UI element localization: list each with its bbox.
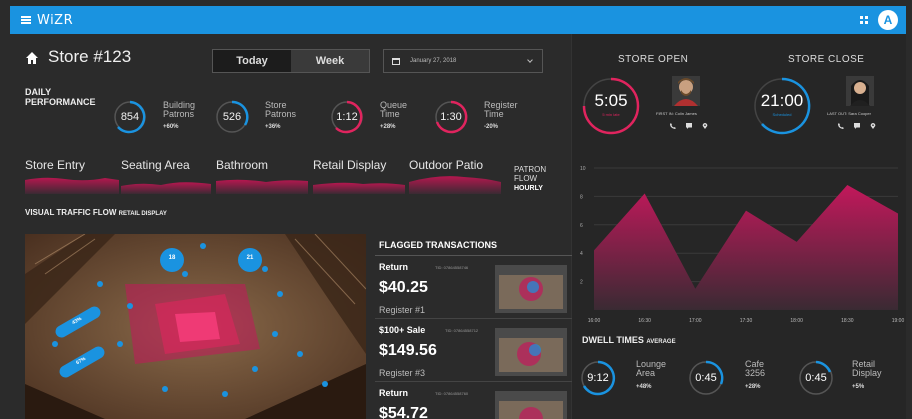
period-toggle: Today Week — [212, 49, 370, 73]
first-in-actions — [670, 123, 708, 129]
phone-icon[interactable] — [838, 123, 844, 129]
store-hours-panel: STORE OPEN STORE CLOSE 5:05 5 min late F… — [572, 34, 906, 419]
first-in-name: FIRST IN: Colin James — [656, 111, 697, 116]
last-out-actions — [838, 123, 876, 129]
location-icon[interactable] — [870, 123, 876, 129]
flagged-transactions: FLAGGED TRANSACTIONS Return TID: 0786455… — [375, 234, 575, 419]
last-out-name: LAST OUT: Sara Cooper — [827, 111, 871, 116]
stat-ring: 1:30 — [434, 100, 468, 134]
zone-sparkline — [409, 176, 501, 194]
traffic-marker[interactable]: 18 — [160, 255, 184, 261]
transaction-thumbnail[interactable] — [495, 328, 567, 376]
flagged-transactions-title: FLAGGED TRANSACTIONS — [375, 234, 575, 256]
app-bar: WiZR A — [10, 6, 906, 34]
y-tick-label: 2 — [580, 280, 583, 286]
zone-outdoor-patio[interactable]: Outdoor Patio — [409, 158, 483, 172]
y-tick-label: 6 — [580, 223, 583, 229]
transaction-card[interactable]: $100+ Sale TID: 07864558712 $149.56 Regi… — [375, 320, 575, 382]
phone-icon[interactable] — [670, 123, 676, 129]
chevron-down-icon — [527, 57, 533, 63]
store-close-clock: 21:00 Scheduled — [752, 76, 812, 136]
tab-week[interactable]: Week — [291, 50, 369, 72]
first-in-avatar[interactable] — [672, 76, 700, 106]
x-tick-label: 16:30 — [638, 318, 651, 324]
y-tick-label: 4 — [580, 251, 583, 257]
zone-store-entry[interactable]: Store Entry — [25, 158, 85, 172]
stat-delta: -20% — [484, 124, 499, 130]
last-out-avatar[interactable] — [846, 76, 874, 106]
app-title: WiZR — [37, 12, 74, 28]
stat-delta: +60% — [163, 124, 179, 130]
store-open-clock: 5:05 5 min late — [581, 76, 641, 136]
traffic-marker[interactable]: 21 — [238, 255, 262, 261]
transaction-card[interactable]: Return TID: 07864558760 $54.72 — [375, 383, 575, 419]
menu-icon[interactable] — [21, 16, 31, 24]
patron-flow-label: PATRON FLOW HOURLY — [514, 165, 547, 192]
zone-sparkline — [313, 182, 405, 194]
stat-delta: +28% — [380, 124, 396, 130]
x-tick-label: 18:30 — [841, 318, 854, 324]
x-tick-label: 19:00 — [892, 318, 905, 324]
y-tick-label: 10 — [580, 166, 586, 172]
date-value: January 27, 2018 — [410, 58, 457, 64]
visual-traffic-title: VISUAL TRAFFIC FLOW RETAIL DISPLAY — [25, 208, 167, 217]
location-icon[interactable] — [702, 123, 708, 129]
home-icon — [26, 52, 38, 64]
store-dashboard-panel: Store #123 Today Week January 27, 2018 D… — [10, 34, 575, 419]
page-title: Store #123 — [48, 47, 132, 66]
apps-grid-icon[interactable] — [860, 16, 868, 24]
x-tick-label: 17:00 — [689, 318, 702, 324]
zone-sparkline — [216, 179, 308, 194]
x-tick-label: 16:00 — [588, 318, 601, 324]
dwell-retail: 0:45 Retail Display +5% — [798, 360, 882, 401]
calendar-icon — [392, 57, 400, 65]
stat-label: Register Time — [484, 100, 518, 119]
stat-label: Building Patrons — [163, 100, 196, 119]
stat-ring: 1:12 — [330, 100, 364, 134]
avatar[interactable]: A — [878, 10, 898, 30]
dwell-lounge: 9:12 Lounge Area +48% — [580, 360, 666, 401]
stat-ring: 526 — [215, 100, 249, 134]
date-picker[interactable]: January 27, 2018 — [383, 49, 543, 73]
message-icon[interactable] — [854, 123, 860, 129]
zone-sparkline — [121, 182, 211, 194]
transaction-card[interactable]: Return TID: 07864558746 $40.25 Register … — [375, 257, 575, 319]
stat-delta: +36% — [265, 124, 281, 130]
traffic-heatmap[interactable]: 18 21 43% 67% — [25, 234, 366, 419]
store-close-label: STORE CLOSE — [788, 54, 865, 65]
zone-retail-display[interactable]: Retail Display — [313, 158, 386, 172]
area-series — [594, 185, 898, 310]
stat-label: Store Patrons — [265, 100, 297, 119]
zone-bathroom[interactable]: Bathroom — [216, 158, 268, 172]
y-tick-label: 8 — [580, 194, 583, 200]
dwell-times-title: DWELL TIMES AVERAGE — [582, 335, 676, 345]
stat-ring: 854 — [113, 100, 147, 134]
x-tick-label: 18:00 — [790, 318, 803, 324]
store-open-label: STORE OPEN — [618, 54, 689, 65]
daily-performance-label: DAILY PERFORMANCE — [25, 87, 96, 107]
transaction-thumbnail[interactable] — [495, 265, 567, 313]
stat-label: Queue Time — [380, 100, 408, 119]
tab-today[interactable]: Today — [213, 50, 291, 72]
message-icon[interactable] — [686, 123, 692, 129]
patron-flow-chart[interactable]: 2 4 6 8 10 16:00 16:30 17:00 17:30 18:00 18:30 19:0… — [572, 160, 906, 332]
zone-sparkline — [25, 177, 119, 194]
transaction-thumbnail[interactable] — [495, 391, 567, 419]
dwell-cafe: 0:45 Cafe 3256 +28% — [688, 360, 765, 401]
zone-seating-area[interactable]: Seating Area — [121, 158, 190, 172]
x-tick-label: 17:30 — [740, 318, 753, 324]
